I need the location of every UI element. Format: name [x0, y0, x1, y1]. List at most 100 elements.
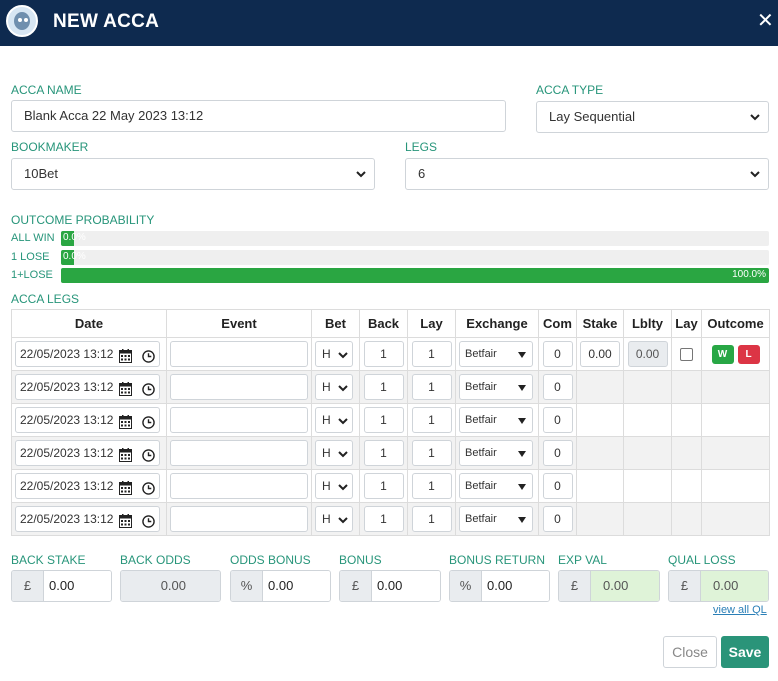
lay-odds-input[interactable]: 1 [411, 341, 452, 367]
qual-loss-value: 0.00 [701, 571, 768, 601]
bonus-return-label: BONUS RETURN [449, 553, 546, 567]
commission-input[interactable]: 0 [542, 506, 573, 532]
caret-down-icon [518, 451, 526, 457]
col-back: Back [359, 309, 408, 338]
exchange-value: Betfair [465, 447, 497, 459]
exchange-select[interactable]: Betfair [459, 407, 533, 433]
back-stake-input-group[interactable]: £ 0.00 [11, 570, 112, 602]
lay-odds-input[interactable]: 1 [411, 506, 452, 532]
back-odds-input[interactable]: 1 [363, 374, 404, 400]
date-value: 22/05/2023 13:12 [20, 380, 114, 394]
caret-down-icon [518, 484, 526, 490]
back-odds-input[interactable]: 1 [363, 506, 404, 532]
commission-input[interactable]: 0 [542, 407, 573, 433]
exchange-select[interactable]: Betfair [459, 473, 533, 499]
date-input[interactable]: 22/05/2023 13:12 [15, 473, 160, 499]
date-input[interactable]: 22/05/2023 13:12 [15, 341, 160, 367]
commission-input[interactable]: 0 [542, 374, 573, 400]
bet-select[interactable]: H [315, 341, 353, 367]
close-x-icon[interactable]: ✕ [757, 9, 774, 33]
clock-icon[interactable] [142, 479, 155, 495]
exchange-select[interactable]: Betfair [459, 440, 533, 466]
bonus-input-group[interactable]: £ 0.00 [339, 570, 441, 602]
lay-check-cell [671, 502, 702, 536]
date-input[interactable]: 22/05/2023 13:12 [15, 407, 160, 433]
currency-addon: £ [340, 571, 372, 601]
back-cell: 1 [359, 469, 408, 503]
lay-odds-input[interactable]: 1 [411, 407, 452, 433]
legs-select[interactable]: 6 [405, 158, 769, 190]
lay-odds-input[interactable]: 1 [411, 374, 452, 400]
odds-bonus-label: ODDS BONUS [230, 553, 311, 567]
clock-icon[interactable] [142, 380, 155, 396]
bet-cell: H [311, 502, 360, 536]
bet-value: H [322, 512, 331, 526]
odds-bonus-input[interactable]: 0.00 [263, 571, 330, 601]
back-stake-input[interactable]: 0.00 [44, 571, 111, 601]
bet-cell: H [311, 370, 360, 404]
save-button[interactable]: Save [721, 636, 769, 668]
calendar-icon[interactable] [119, 347, 132, 363]
bonus-return-input-group[interactable]: % 0.00 [449, 570, 550, 602]
exchange-select[interactable]: Betfair [459, 341, 533, 367]
bet-value: H [322, 347, 331, 361]
bonus-return-input[interactable]: 0.00 [482, 571, 549, 601]
bet-select[interactable]: H [315, 440, 353, 466]
col-lblty: Lblty [623, 309, 672, 338]
event-input[interactable] [170, 506, 308, 532]
stake-input[interactable]: 0.00 [580, 341, 620, 367]
lblty-cell [623, 436, 672, 470]
multi-lose-bar-fill [61, 268, 769, 283]
date-input[interactable]: 22/05/2023 13:12 [15, 440, 160, 466]
bet-select[interactable]: H [315, 374, 353, 400]
calendar-icon[interactable] [119, 413, 132, 429]
table-row: 22/05/2023 13:12 H 1 1 Betfair 0 [11, 469, 770, 503]
back-odds-input[interactable]: 1 [363, 473, 404, 499]
bet-select[interactable]: H [315, 407, 353, 433]
calendar-icon[interactable] [119, 380, 132, 396]
bonus-input[interactable]: 0.00 [372, 571, 440, 601]
bet-select[interactable]: H [315, 473, 353, 499]
table-row: 22/05/2023 13:12 H 1 1 Betfair 0 0.00 0.00 W L [11, 337, 770, 371]
acca-type-select[interactable]: Lay Sequential [536, 101, 769, 133]
back-odds-input[interactable]: 1 [363, 440, 404, 466]
exchange-select[interactable]: Betfair [459, 506, 533, 532]
calendar-icon[interactable] [119, 512, 132, 528]
lay-odds-input[interactable]: 1 [411, 440, 452, 466]
lay-odds-input[interactable]: 1 [411, 473, 452, 499]
clock-icon[interactable] [142, 512, 155, 528]
close-button[interactable]: Close [663, 636, 717, 668]
event-input[interactable] [170, 341, 308, 367]
calendar-icon[interactable] [119, 446, 132, 462]
view-all-ql-link[interactable]: view all QL [713, 604, 767, 616]
clock-icon[interactable] [142, 347, 155, 363]
commission-input[interactable]: 0 [542, 341, 573, 367]
outcome-cell: WL [701, 337, 770, 371]
bet-select[interactable]: H [315, 506, 353, 532]
clock-icon[interactable] [142, 446, 155, 462]
event-input[interactable] [170, 407, 308, 433]
lblty-cell [623, 403, 672, 437]
exchange-select[interactable]: Betfair [459, 374, 533, 400]
date-cell: 22/05/2023 13:12 [11, 370, 167, 404]
lay-checkbox[interactable] [680, 348, 693, 362]
commission-input[interactable]: 0 [542, 440, 573, 466]
commission-input[interactable]: 0 [542, 473, 573, 499]
date-input[interactable]: 22/05/2023 13:12 [15, 506, 160, 532]
date-input[interactable]: 22/05/2023 13:12 [15, 374, 160, 400]
calendar-icon[interactable] [119, 479, 132, 495]
event-input[interactable] [170, 374, 308, 400]
win-button[interactable]: W [711, 344, 734, 364]
stake-cell [576, 436, 624, 470]
back-odds-input-group: 0.00 [120, 570, 221, 602]
clock-icon[interactable] [142, 413, 155, 429]
lose-button[interactable]: L [737, 344, 760, 364]
event-input[interactable] [170, 440, 308, 466]
back-odds-input[interactable]: 1 [363, 407, 404, 433]
acca-name-input[interactable]: Blank Acca 22 May 2023 13:12 [11, 100, 506, 132]
bookmaker-select[interactable]: 10Bet [11, 158, 375, 190]
odds-bonus-input-group[interactable]: % 0.00 [230, 570, 331, 602]
bet-cell: H [311, 469, 360, 503]
event-input[interactable] [170, 473, 308, 499]
back-odds-input[interactable]: 1 [363, 341, 404, 367]
